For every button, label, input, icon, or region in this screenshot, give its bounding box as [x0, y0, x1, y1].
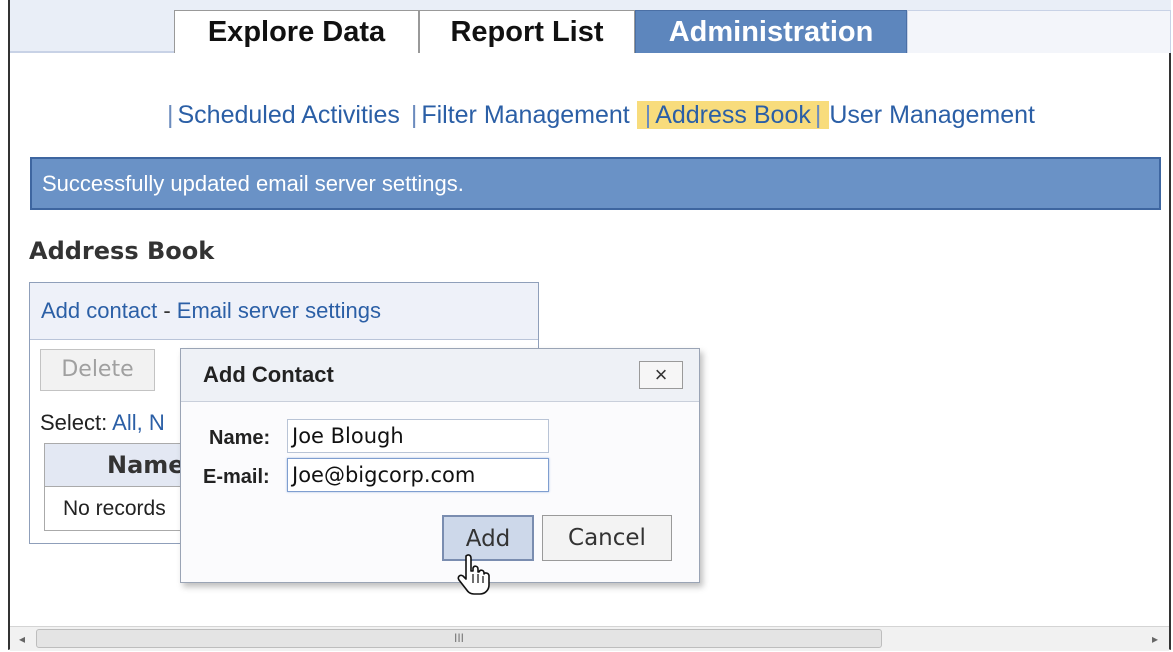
scroll-left-icon[interactable]: ◂ — [14, 631, 30, 647]
delete-button[interactable]: Delete — [40, 349, 155, 391]
subnav-separator: | — [814, 101, 822, 129]
email-server-settings-link[interactable]: Email server settings — [177, 298, 381, 323]
select-label: Select: — [40, 410, 108, 435]
cancel-button[interactable]: Cancel — [542, 515, 672, 561]
dialog-header: Add Contact × — [181, 349, 699, 402]
hand-cursor-icon — [457, 554, 490, 595]
select-all-link[interactable]: All, — [112, 410, 143, 435]
subnav-address-book[interactable]: Address Book — [655, 101, 811, 129]
scrollbar-thumb[interactable]: III — [36, 629, 882, 648]
add-contact-dialog: Add Contact × Name: Joe Blough E-mail: J… — [180, 348, 700, 583]
subnav-scheduled-activities[interactable]: Scheduled Activities — [178, 101, 400, 129]
tab-administration[interactable]: Administration — [635, 10, 907, 53]
tab-bar-filler — [907, 10, 1171, 53]
subnav-active-highlight: | Address Book | — [636, 101, 830, 129]
page-title: Address Book — [29, 237, 215, 265]
name-label: Name: — [209, 427, 271, 449]
tab-report-list[interactable]: Report List — [419, 10, 635, 53]
subnav-separator: | — [644, 101, 652, 129]
subnav-user-management[interactable]: User Management — [829, 101, 1035, 129]
scroll-right-icon[interactable]: ▸ — [1147, 631, 1163, 647]
subnav-filter-management[interactable]: Filter Management — [421, 101, 629, 129]
add-contact-link[interactable]: Add contact — [41, 298, 157, 323]
dialog-title: Add Contact — [203, 362, 334, 387]
admin-subnav: | Scheduled Activities | Filter Management… — [163, 92, 1035, 138]
email-field[interactable]: Joe@bigcorp.com — [287, 458, 549, 492]
close-icon[interactable]: × — [639, 361, 683, 389]
link-separator: - — [163, 298, 171, 323]
subnav-separator: | — [167, 101, 174, 129]
select-row: Select: All, N — [40, 410, 165, 436]
select-none-link[interactable]: N — [149, 410, 165, 435]
tab-explore-data[interactable]: Explore Data — [174, 10, 419, 53]
email-label: E-mail: — [203, 466, 270, 488]
subnav-separator: | — [410, 101, 418, 129]
name-field[interactable]: Joe Blough — [287, 419, 549, 453]
main-tab-bar: Explore Data Report List Administration — [10, 0, 1171, 53]
panel-actions: Add contact - Email server settings — [30, 283, 538, 340]
horizontal-scrollbar[interactable]: ◂ III ▸ — [10, 626, 1169, 651]
success-banner: Successfully updated email server settin… — [30, 157, 1161, 210]
